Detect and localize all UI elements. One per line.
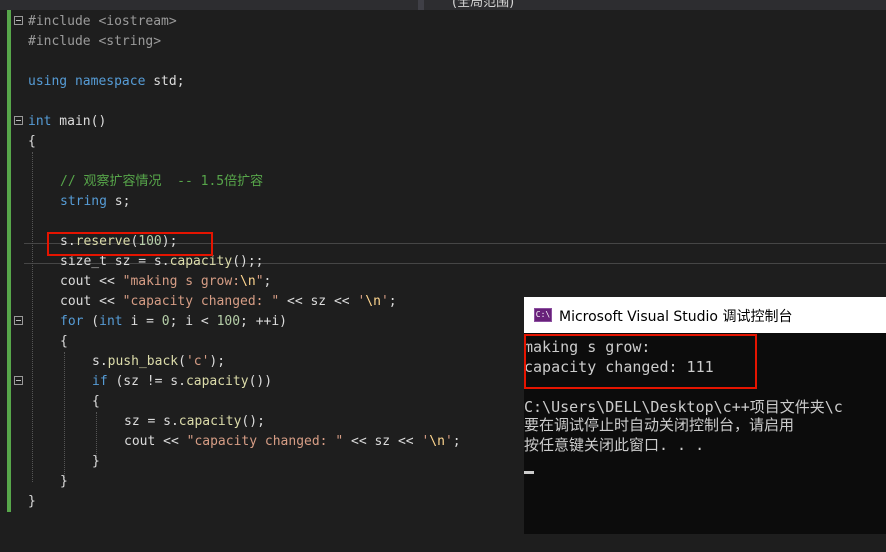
brace: { — [60, 334, 68, 349]
string-literal: ' — [444, 434, 453, 449]
console-title: Microsoft Visual Studio 调试控制台 — [559, 309, 793, 325]
code-text: s. — [92, 354, 108, 369]
code-text: main() — [51, 114, 107, 129]
string-literal: ' — [380, 294, 389, 309]
code-text: std; — [145, 74, 185, 89]
code-line: #include <iostream> — [0, 12, 886, 32]
code-text: ();; — [232, 254, 264, 269]
code-text: << sz << — [343, 434, 422, 449]
brace: { — [28, 134, 36, 149]
code-line: #include <string> — [0, 32, 886, 52]
code-text: ; i < — [169, 314, 217, 329]
function-name: push_back — [107, 354, 179, 369]
code-text: sz = s. — [124, 414, 179, 429]
brace: } — [28, 494, 36, 509]
keyword: int — [99, 314, 123, 329]
debug-console-window[interactable]: C:\ Microsoft Visual Studio 调试控制台 making… — [524, 297, 886, 534]
brace: } — [92, 454, 100, 469]
code-text: i = — [122, 314, 162, 329]
code-text: ; — [388, 294, 397, 309]
number-literal: 100 — [216, 314, 241, 329]
string-literal: " — [255, 274, 264, 289]
highlight-box-reserve — [47, 232, 213, 256]
code-comment: // 观察扩容情况 -- 1.5倍扩容 — [60, 174, 264, 189]
code-text: ( — [178, 354, 186, 369]
code-text: (); — [241, 414, 265, 429]
console-output-line: 要在调试停止时自动关闭控制台，请启用 — [524, 416, 795, 434]
highlight-box-output — [524, 334, 757, 389]
function-name: capacity — [185, 374, 249, 389]
console-output-line: C:\Users\DELL\Desktop\c++项目文件夹\c — [524, 398, 843, 416]
string-literal: "capacity changed: " — [122, 294, 280, 309]
escape-sequence: \n — [429, 434, 445, 449]
code-line: cout << "making s grow:\n"; — [0, 272, 886, 292]
code-text: cout << — [124, 434, 187, 449]
console-cursor — [524, 471, 534, 474]
console-app-icon: C:\ — [534, 308, 552, 322]
scope-bar: (全局范围) — [0, 0, 886, 10]
escape-sequence: \n — [240, 274, 256, 289]
char-literal: 'c' — [185, 354, 210, 369]
code-text: ()) — [248, 374, 273, 389]
keyword: string — [60, 194, 107, 209]
include-directive: #include <iostream> — [28, 14, 177, 29]
function-name: capacity — [169, 254, 233, 269]
code-line: string s; — [0, 192, 886, 212]
scope-dropdown[interactable]: (全局范围) — [452, 0, 514, 10]
code-line: // 观察扩容情况 -- 1.5倍扩容 — [0, 172, 886, 192]
code-line: using namespace std; — [0, 72, 886, 92]
keyword: if — [92, 374, 108, 389]
string-literal: "making s grow: — [122, 274, 241, 289]
code-text: cout << — [60, 294, 123, 309]
number-literal: 0 — [161, 314, 170, 329]
include-directive: #include <string> — [28, 34, 162, 49]
code-text: ; — [263, 274, 272, 289]
keyword: using namespace — [28, 74, 146, 89]
code-text: ( — [83, 314, 100, 329]
keyword: int — [28, 114, 52, 129]
function-name: capacity — [178, 414, 242, 429]
code-line: { — [0, 132, 886, 152]
brace: } — [60, 474, 68, 489]
brace: { — [92, 394, 100, 409]
escape-sequence: \n — [365, 294, 381, 309]
string-literal: "capacity changed: " — [186, 434, 344, 449]
code-text: s; — [106, 194, 131, 209]
console-output-line: 按任意键关闭此窗口. . . — [524, 436, 705, 454]
code-text: << sz << — [279, 294, 358, 309]
code-line: int main() — [0, 112, 886, 132]
toolbar-separator — [418, 0, 424, 10]
code-text: (sz != s. — [107, 374, 186, 389]
code-text: size_t sz = s. — [60, 254, 170, 269]
code-text: ; ++i) — [240, 314, 288, 329]
console-title-bar[interactable]: C:\ Microsoft Visual Studio 调试控制台 — [524, 297, 886, 333]
code-text: cout << — [60, 274, 123, 289]
keyword: for — [60, 314, 84, 329]
code-text: ); — [209, 354, 226, 369]
code-text: ; — [452, 434, 461, 449]
